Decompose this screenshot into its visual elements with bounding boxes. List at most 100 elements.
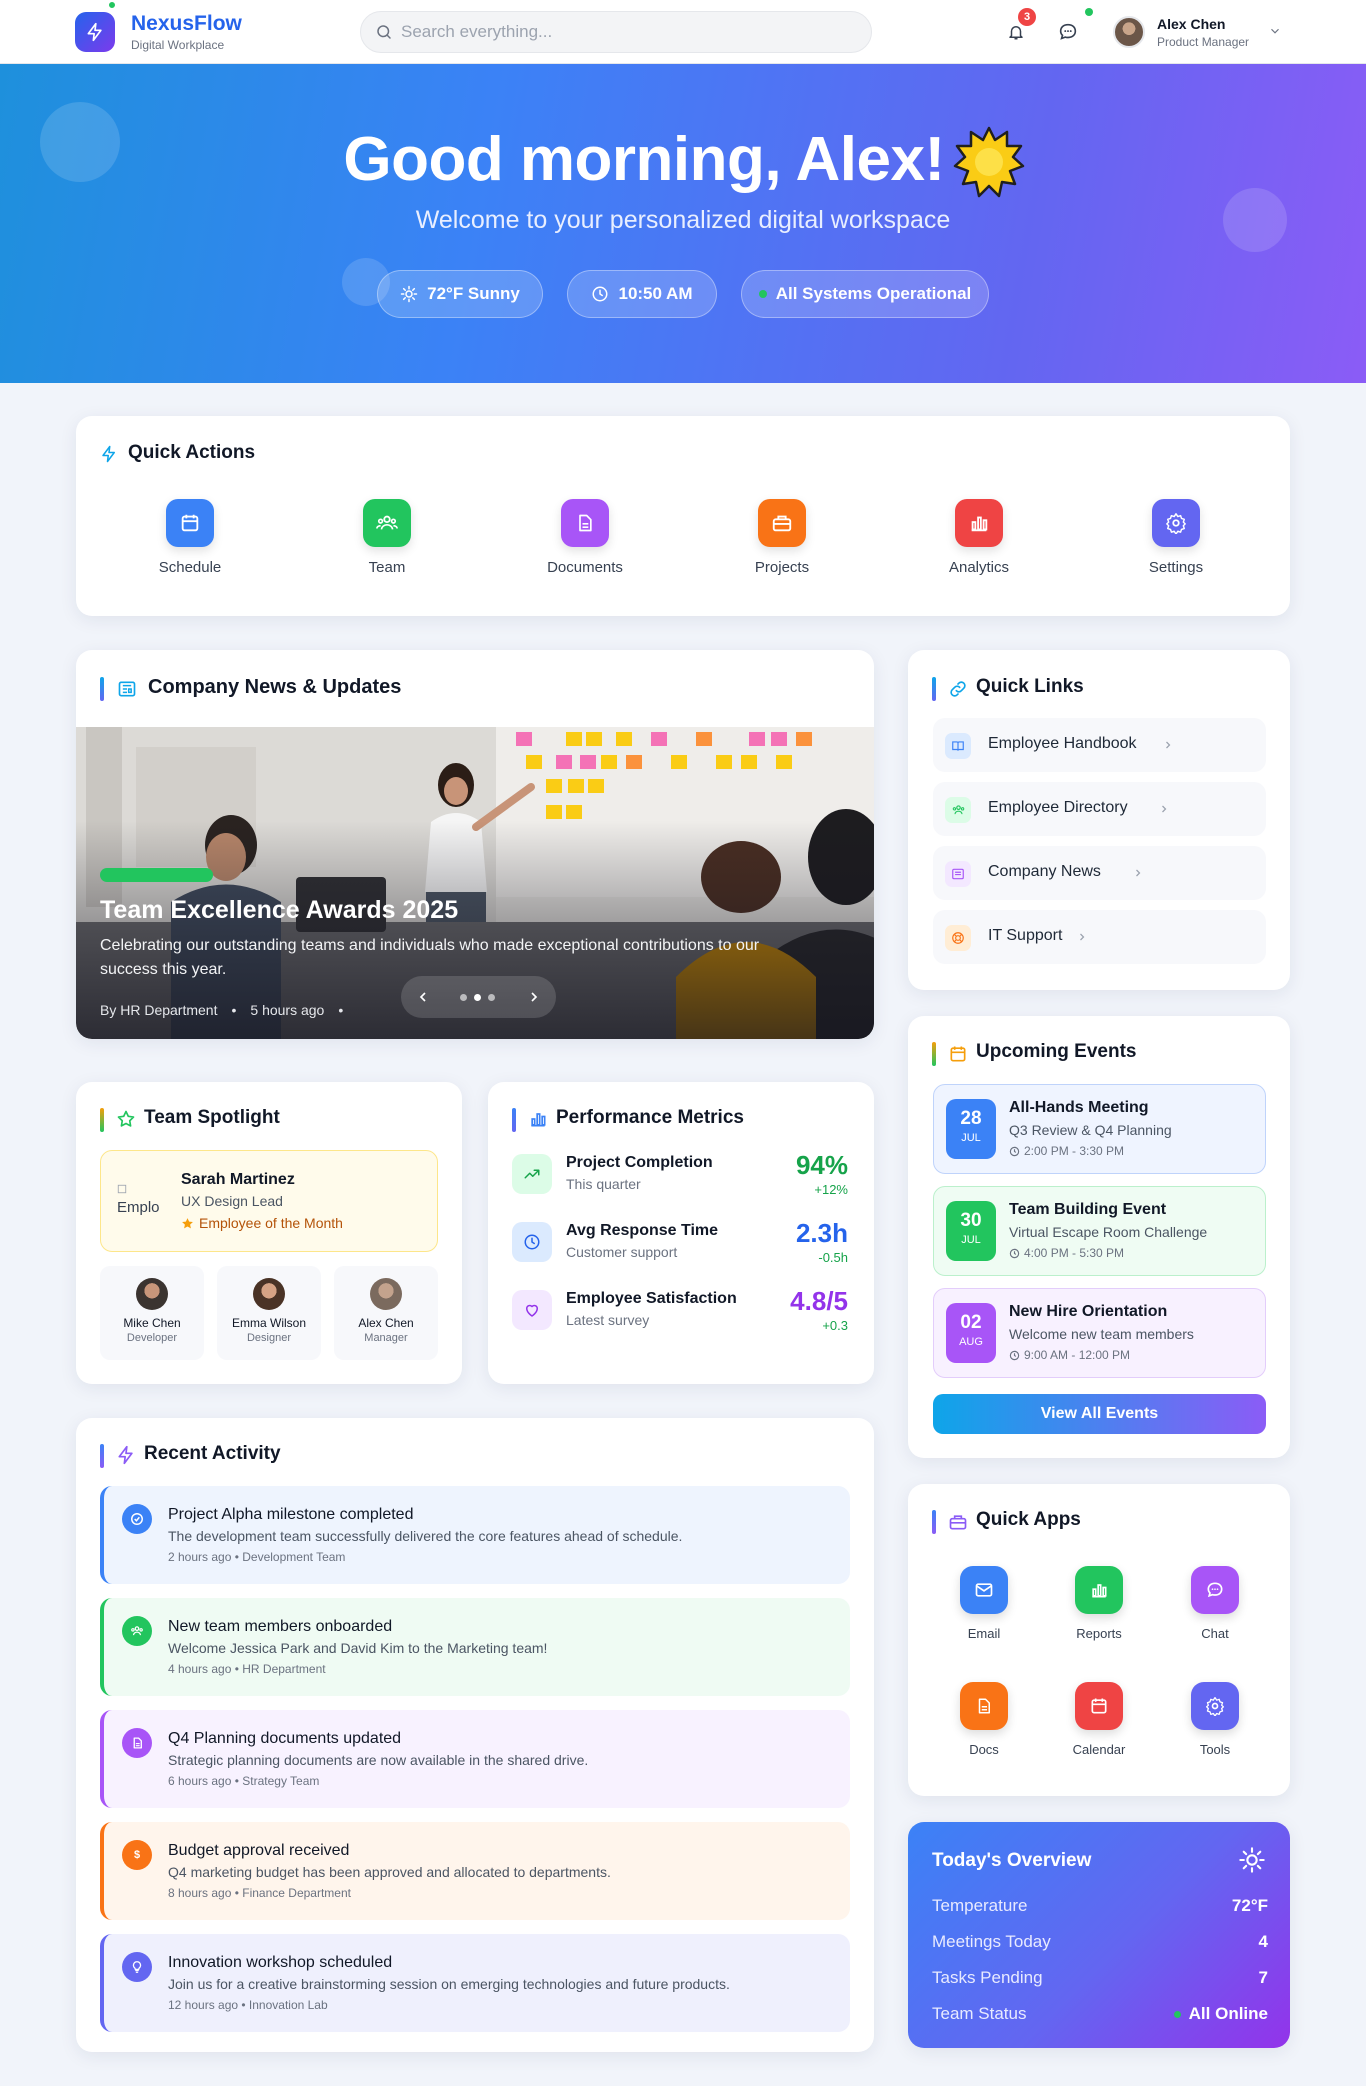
- online-status-dot: [1173, 2010, 1181, 2018]
- activity-item[interactable]: Q4 Planning documents updated Strategic …: [100, 1710, 850, 1808]
- activity-description: Q4 marketing budget has been approved an…: [168, 1864, 611, 1880]
- dollar-icon: $: [122, 1840, 152, 1870]
- calendar-icon: [950, 1046, 966, 1062]
- overview-row-team-status: Team Status All Online: [932, 2004, 1268, 2024]
- chat-icon: [1191, 1566, 1239, 1614]
- app-docs[interactable]: Docs: [934, 1682, 1034, 1757]
- quick-link-employee-directory[interactable]: Employee Directory: [933, 782, 1266, 836]
- app-label: Reports: [1076, 1626, 1122, 1641]
- app-label: Email: [967, 1626, 1001, 1641]
- activity-description: Welcome Jessica Park and David Kim to th…: [168, 1640, 548, 1656]
- users-icon: [945, 797, 971, 823]
- book-icon: [945, 733, 971, 759]
- event-time: 4:00 PM - 5:30 PM: [1009, 1246, 1124, 1260]
- logo[interactable]: [75, 12, 115, 52]
- newspaper-icon: [945, 861, 971, 887]
- overview-value: 4: [1258, 1932, 1268, 1951]
- search-icon: [377, 25, 391, 39]
- heart-icon: [512, 1290, 552, 1330]
- document-icon: [561, 499, 609, 547]
- briefcase-icon: [949, 1515, 967, 1530]
- event-date-badge: 30 JUL: [946, 1201, 996, 1261]
- event-item[interactable]: 30 JUL Team Building Event Virtual Escap…: [933, 1186, 1266, 1276]
- activity-item[interactable]: Project Alpha milestone completed The de…: [100, 1486, 850, 1584]
- app-email[interactable]: Email: [934, 1566, 1034, 1641]
- quick-action-team[interactable]: Team: [327, 499, 447, 576]
- event-item[interactable]: 28 JUL All-Hands Meeting Q3 Review & Q4 …: [933, 1084, 1266, 1174]
- app-chat[interactable]: Chat: [1165, 1566, 1265, 1641]
- sun-icon: [400, 285, 418, 303]
- messages-button[interactable]: [1054, 18, 1082, 46]
- carousel-dot[interactable]: [460, 994, 467, 1001]
- quick-links-card: Quick Links Employee Handbook Employee D…: [908, 650, 1290, 990]
- online-dot: [107, 0, 117, 10]
- todays-overview-card: Today's Overview Temperature 72°F Meetin…: [908, 1822, 1290, 2048]
- quick-link-company-news[interactable]: Company News: [933, 846, 1266, 900]
- news-headline[interactable]: Team Excellence Awards 2025: [100, 896, 458, 925]
- activity-item[interactable]: Innovation workshop scheduled Join us fo…: [100, 1934, 850, 2032]
- chevron-right-icon[interactable]: [526, 989, 542, 1005]
- check-circle-icon: [122, 1504, 152, 1534]
- app-tools[interactable]: Tools: [1165, 1682, 1265, 1757]
- featured-employee-card[interactable]: Emplo Sarah Martinez UX Design Lead Empl…: [100, 1150, 438, 1252]
- event-subtitle: Welcome new team members: [1009, 1326, 1194, 1342]
- quick-link-employee-handbook[interactable]: Employee Handbook: [933, 718, 1266, 772]
- metric-name: Employee Satisfaction: [566, 1290, 737, 1307]
- team-spotlight-title: Team Spotlight: [144, 1107, 280, 1128]
- performance-metrics-title: Performance Metrics: [556, 1107, 744, 1128]
- user-avatar[interactable]: [1113, 16, 1145, 48]
- view-all-events-button[interactable]: View All Events: [933, 1394, 1266, 1434]
- team-spotlight-card: Team Spotlight Emplo Sarah Martinez UX D…: [76, 1082, 462, 1384]
- news-hero-image[interactable]: Team Excellence Awards 2025 Celebrating …: [76, 727, 874, 1039]
- event-title: All-Hands Meeting: [1009, 1099, 1149, 1116]
- search-bar[interactable]: [360, 11, 872, 53]
- event-title: New Hire Orientation: [1009, 1303, 1168, 1320]
- document-icon: [122, 1728, 152, 1758]
- overview-value: 7: [1258, 1968, 1268, 1987]
- team-member-card[interactable]: Alex Chen Manager: [334, 1266, 438, 1360]
- chevron-left-icon[interactable]: [415, 989, 431, 1005]
- overview-row-temperature: Temperature 72°F: [932, 1896, 1268, 1916]
- trend-up-icon: [512, 1154, 552, 1194]
- broken-image-icon: [117, 1184, 127, 1194]
- app-calendar[interactable]: Calendar: [1049, 1682, 1149, 1757]
- user-name: Alex Chen: [1157, 16, 1226, 32]
- quick-action-documents[interactable]: Documents: [525, 499, 645, 576]
- event-day: 30: [960, 1210, 982, 1231]
- brand-subtitle: Digital Workplace: [131, 38, 225, 52]
- carousel-dot-active[interactable]: [474, 994, 481, 1001]
- quick-action-schedule[interactable]: Schedule: [130, 499, 250, 576]
- quick-links-title: Quick Links: [976, 676, 1084, 697]
- users-icon: [363, 499, 411, 547]
- event-month: AUG: [959, 1336, 983, 1348]
- app-reports[interactable]: Reports: [1049, 1566, 1149, 1641]
- quick-link-label: Employee Handbook: [988, 735, 1137, 752]
- bar-chart-icon: [1075, 1566, 1123, 1614]
- metric-subtitle: This quarter: [566, 1176, 641, 1192]
- award-text: Employee of the Month: [199, 1215, 343, 1231]
- accent-bar: [100, 677, 104, 701]
- quick-action-settings[interactable]: Settings: [1116, 499, 1236, 576]
- chevron-right-icon: [1166, 741, 1171, 749]
- activity-item[interactable]: $ Budget approval received Q4 marketing …: [100, 1822, 850, 1920]
- event-item[interactable]: 02 AUG New Hire Orientation Welcome new …: [933, 1288, 1266, 1378]
- activity-item[interactable]: New team members onboarded Welcome Jessi…: [100, 1598, 850, 1696]
- sun-icon: [953, 126, 1025, 198]
- quick-action-analytics[interactable]: Analytics: [919, 499, 1039, 576]
- chevron-right-icon: [1136, 869, 1141, 877]
- chevron-down-icon[interactable]: [1268, 24, 1282, 38]
- featured-employee-name: Sarah Martinez: [181, 1171, 295, 1188]
- carousel-dot[interactable]: [488, 994, 495, 1001]
- metric-name: Project Completion: [566, 1154, 713, 1171]
- team-member-card[interactable]: Mike Chen Developer: [100, 1266, 204, 1360]
- quick-link-it-support[interactable]: IT Support: [933, 910, 1266, 964]
- activity-title: Budget approval received: [168, 1842, 350, 1859]
- activity-title: Innovation workshop scheduled: [168, 1954, 393, 1971]
- chevron-right-icon: [1162, 805, 1167, 813]
- team-member-role: Designer: [246, 1332, 292, 1344]
- employee-photo-broken: Emplo: [117, 1181, 165, 1221]
- quick-action-projects[interactable]: Projects: [722, 499, 842, 576]
- team-member-card[interactable]: Emma Wilson Designer: [217, 1266, 321, 1360]
- search-input[interactable]: [401, 12, 861, 52]
- metric-avg-response-time: Avg Response Time Customer support 2.3h …: [512, 1218, 848, 1268]
